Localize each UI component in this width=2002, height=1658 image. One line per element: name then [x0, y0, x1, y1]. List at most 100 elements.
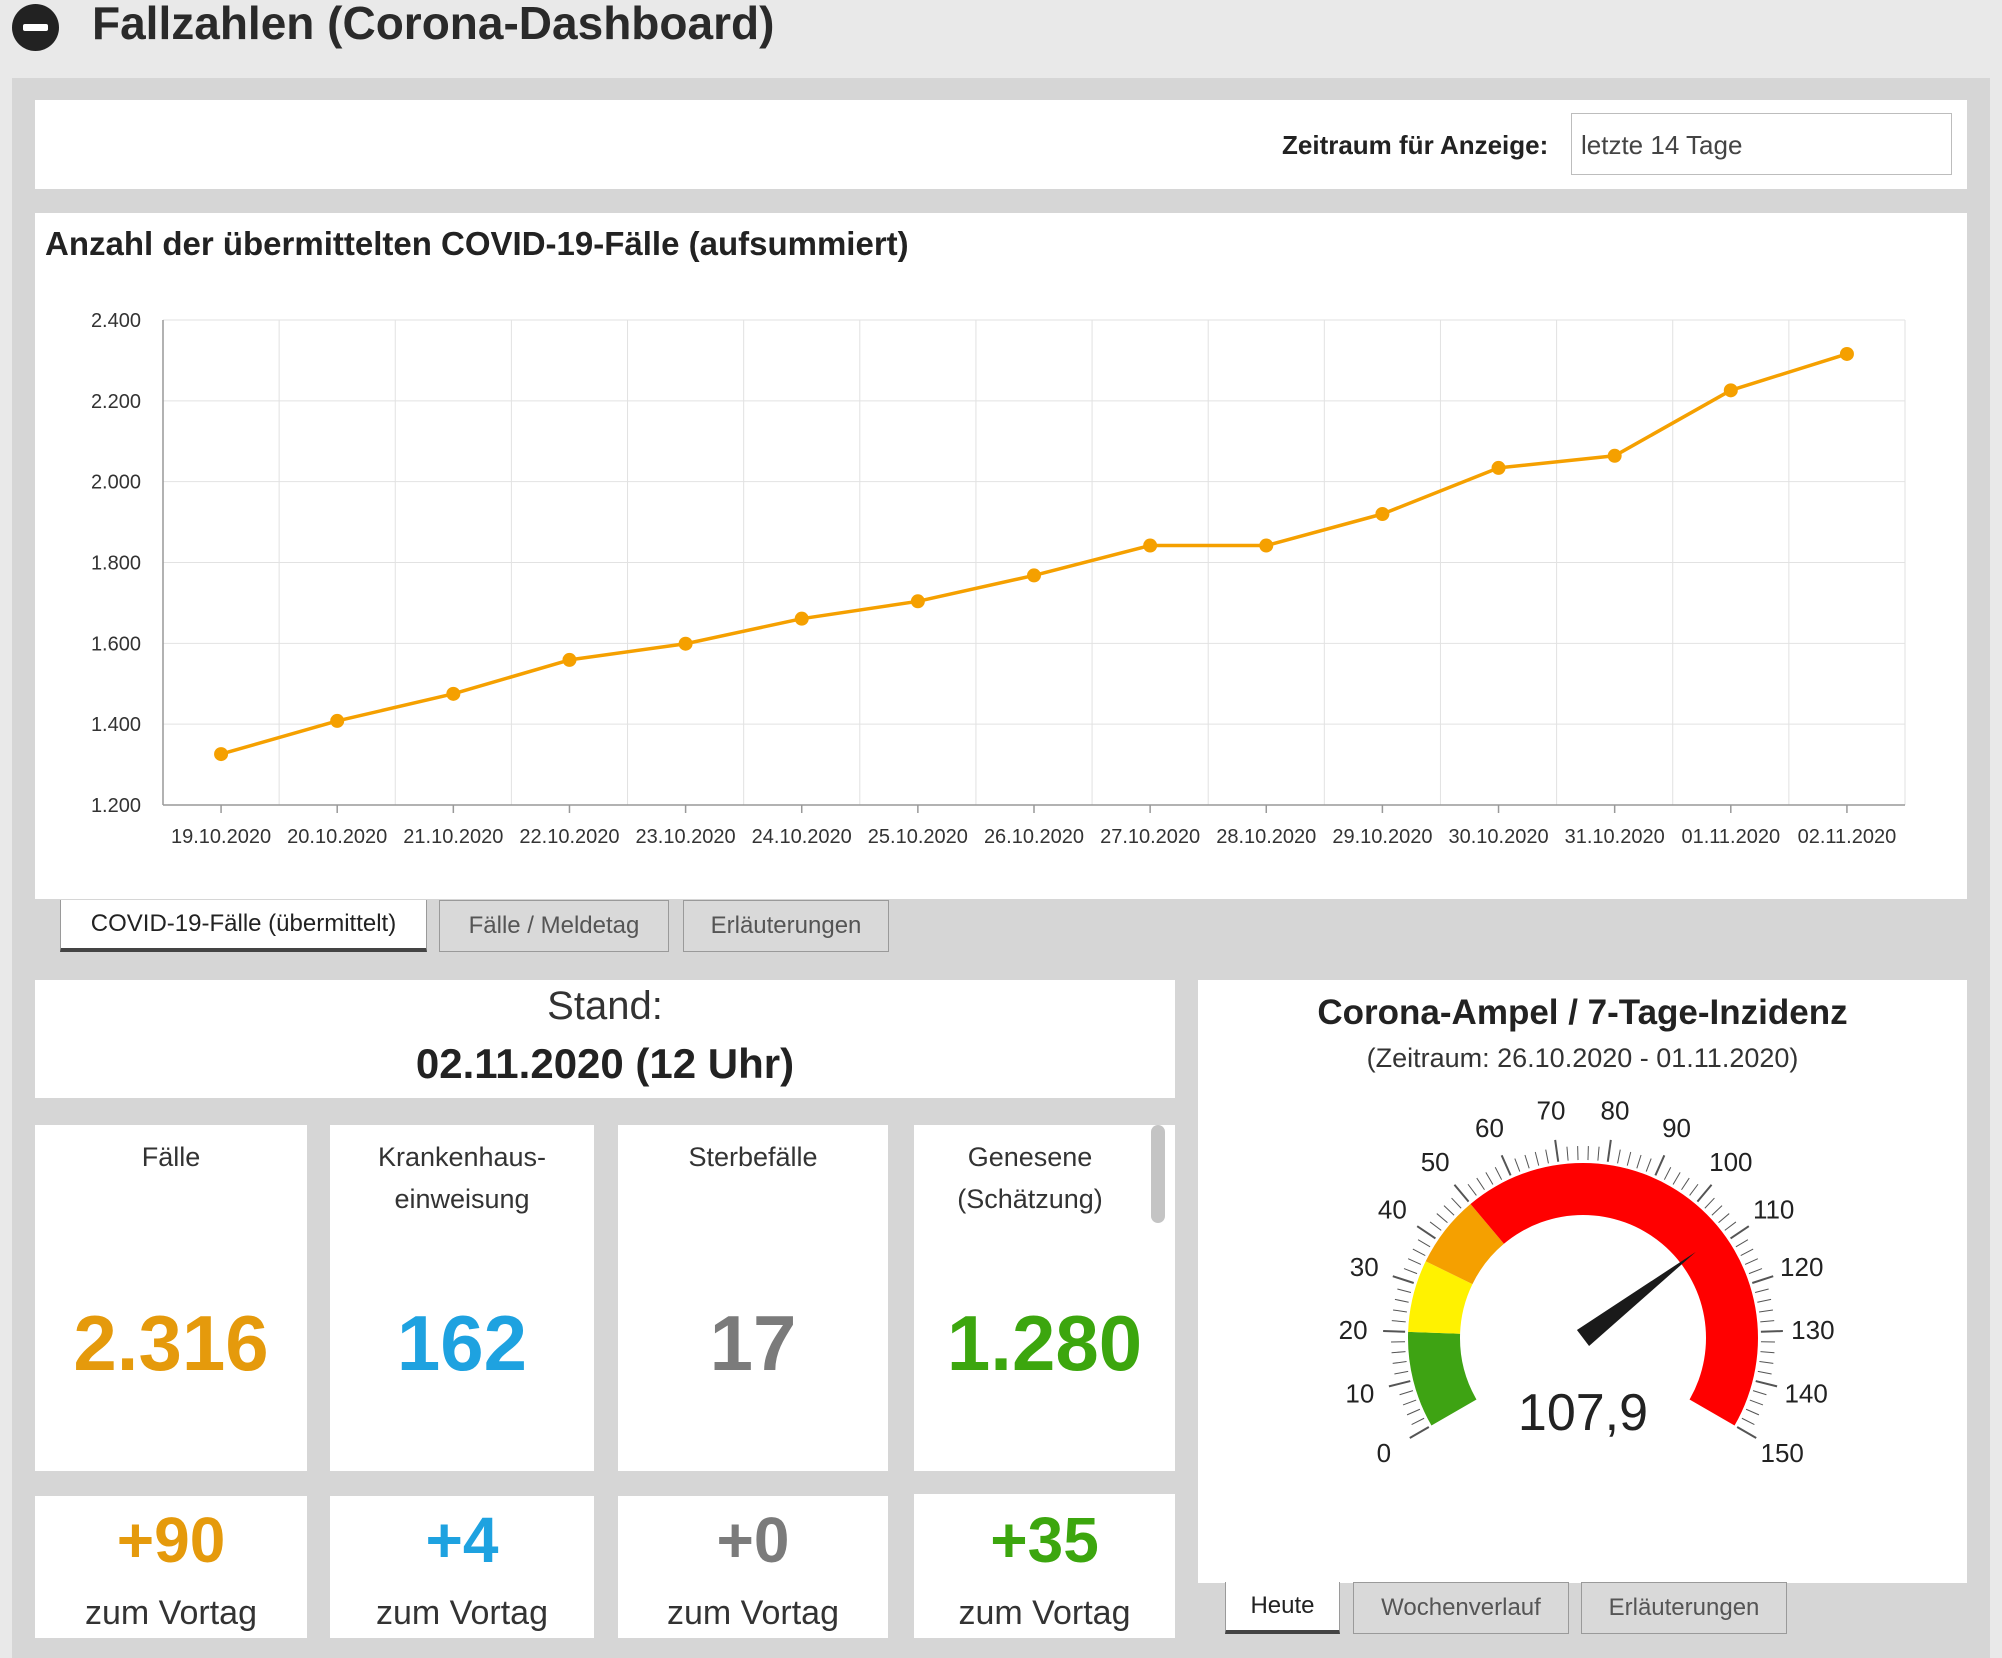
gauge-tick — [1760, 1351, 1775, 1354]
data-point — [1375, 507, 1390, 521]
y-tick-label: 1.200 — [91, 795, 141, 817]
gauge-tick — [1663, 1167, 1672, 1180]
kpi-scrollbar[interactable] — [1151, 1125, 1165, 1223]
data-point — [1491, 460, 1506, 475]
tab-label: Heute — [1250, 1592, 1315, 1619]
gauge-tick — [1406, 1408, 1421, 1416]
gauge-value: 107,9 — [1518, 1384, 1648, 1442]
gauge-tick-label: 100 — [1709, 1147, 1752, 1177]
kpi-label: Sterbefälle — [688, 1142, 818, 1172]
x-tick-label: 19.10.2020 — [171, 826, 271, 848]
tab-label: COVID-19-Fälle (übermittelt) — [90, 910, 397, 937]
gauge-tick-label: 130 — [1791, 1315, 1834, 1345]
gauge-tick — [1534, 1151, 1540, 1166]
gauge-tick — [1514, 1158, 1521, 1172]
gauge-tick-label: 80 — [1601, 1100, 1630, 1125]
series-line — [220, 352, 1848, 756]
gauge-tick — [1411, 1417, 1425, 1426]
data-point — [1607, 448, 1622, 463]
gauge-tick — [1689, 1183, 1699, 1196]
gauge-tick — [1744, 1258, 1759, 1265]
gauge-tick — [1749, 1399, 1764, 1406]
gauge-tick — [1416, 1225, 1436, 1240]
data-point — [1027, 568, 1041, 583]
gauge-tick — [1451, 1197, 1462, 1209]
tab-cases-per-day[interactable]: Fälle / Meldetag — [439, 900, 669, 952]
gauge-tick — [1696, 1184, 1713, 1203]
gauge-tick — [1383, 1330, 1406, 1333]
y-tick-label: 1.800 — [91, 553, 141, 575]
gauge-tick — [1741, 1417, 1755, 1426]
gauge-tick — [1718, 1213, 1730, 1224]
gauge-tick-label: 60 — [1475, 1113, 1504, 1143]
gauge-tick-label: 30 — [1350, 1252, 1379, 1282]
gauge-tick — [1397, 1288, 1412, 1294]
tab-explanations[interactable]: Erläuterungen — [683, 900, 889, 952]
gauge-tick — [1476, 1177, 1485, 1191]
tab-weekly-trend[interactable]: Wochenverlauf — [1353, 1582, 1569, 1634]
x-tick-label: 25.10.2020 — [868, 826, 968, 848]
tab-label: Wochenverlauf — [1381, 1594, 1541, 1621]
gauge-tick-label: 50 — [1421, 1147, 1450, 1177]
x-tick-label: 30.10.2020 — [1448, 826, 1548, 848]
kpi-delta-label: zum Vortag — [376, 1594, 548, 1632]
gauge-tick — [1494, 1167, 1503, 1180]
data-point — [330, 713, 345, 728]
gauge-tick — [1391, 1351, 1406, 1354]
gauge-tick — [1759, 1309, 1774, 1313]
data-point — [794, 611, 809, 626]
kpi-delta: +0 — [716, 1504, 790, 1576]
gauge-tick-label: 140 — [1784, 1379, 1827, 1409]
gauge-tick — [1645, 1158, 1652, 1172]
kpi-label: Genesene — [967, 1142, 1093, 1172]
tab-covid-cases[interactable]: COVID-19-Fälle (übermittelt) — [60, 900, 427, 952]
tab-label: Erläuterungen — [710, 912, 862, 939]
y-tick-label: 2.400 — [91, 310, 141, 332]
gauge-tick — [1554, 1139, 1560, 1162]
gauge-tick — [1759, 1361, 1774, 1364]
gauge-tick-label: 40 — [1378, 1194, 1407, 1224]
gauge-tick — [1391, 1320, 1406, 1323]
gauge-tick — [1730, 1225, 1750, 1240]
x-tick-label: 01.11.2020 — [1681, 826, 1780, 848]
gauge-tick — [1394, 1298, 1409, 1303]
kpi-delta-label: zum Vortag — [667, 1594, 839, 1632]
y-tick-label: 2.200 — [91, 391, 141, 413]
x-tick-label: 31.10.2020 — [1565, 826, 1665, 848]
tab-label: Erläuterungen — [1608, 1594, 1760, 1621]
tab-today[interactable]: Heute — [1225, 1582, 1340, 1634]
gauge-needle — [1576, 1251, 1696, 1346]
kpi-value: 17 — [709, 1299, 797, 1387]
gauge-tick — [1443, 1205, 1455, 1216]
gauge-tick — [1711, 1205, 1723, 1216]
data-point — [562, 652, 577, 667]
kpi-delta: +4 — [425, 1504, 499, 1576]
gauge-tick — [1597, 1146, 1600, 1161]
kpi-label: Fälle — [141, 1142, 201, 1172]
status-label: Stand: — [547, 984, 663, 1028]
kpi-label: (Schätzung) — [957, 1184, 1103, 1214]
gauge-tick-label: 10 — [1345, 1379, 1374, 1409]
gauge-tick — [1402, 1399, 1417, 1406]
gauge-tick — [1745, 1408, 1760, 1416]
data-point — [1259, 538, 1274, 553]
gauge-tick — [1412, 1248, 1426, 1256]
gauge-subtitle: (Zeitraum: 26.10.2020 - 01.11.2020) — [1366, 1043, 1799, 1073]
x-tick-label: 28.10.2020 — [1216, 826, 1316, 848]
gauge-tick-label: 120 — [1780, 1252, 1823, 1282]
x-tick-label: 27.10.2020 — [1100, 826, 1200, 848]
x-tick-label: 21.10.2020 — [403, 826, 503, 848]
x-tick-label: 26.10.2020 — [984, 826, 1084, 848]
gauge-tick — [1485, 1172, 1494, 1185]
kpi-value: 162 — [396, 1299, 528, 1387]
data-point — [214, 747, 229, 762]
cases-line-chart: 1.200 1.400 1.600 1.800 2.000 2.200 2.400 19.10… — [91, 310, 1906, 848]
y-tick-label: 1.600 — [91, 633, 141, 655]
tab-gauge-explanations[interactable]: Erläuterungen — [1581, 1582, 1787, 1634]
gauge-tick-label: 0 — [1377, 1438, 1391, 1468]
x-tick-label: 20.10.2020 — [287, 826, 387, 848]
gauge-tick — [1392, 1309, 1407, 1313]
gauge-tick — [1626, 1151, 1632, 1166]
gauge-tick — [1467, 1183, 1477, 1196]
minus-circle-icon[interactable] — [12, 4, 59, 51]
